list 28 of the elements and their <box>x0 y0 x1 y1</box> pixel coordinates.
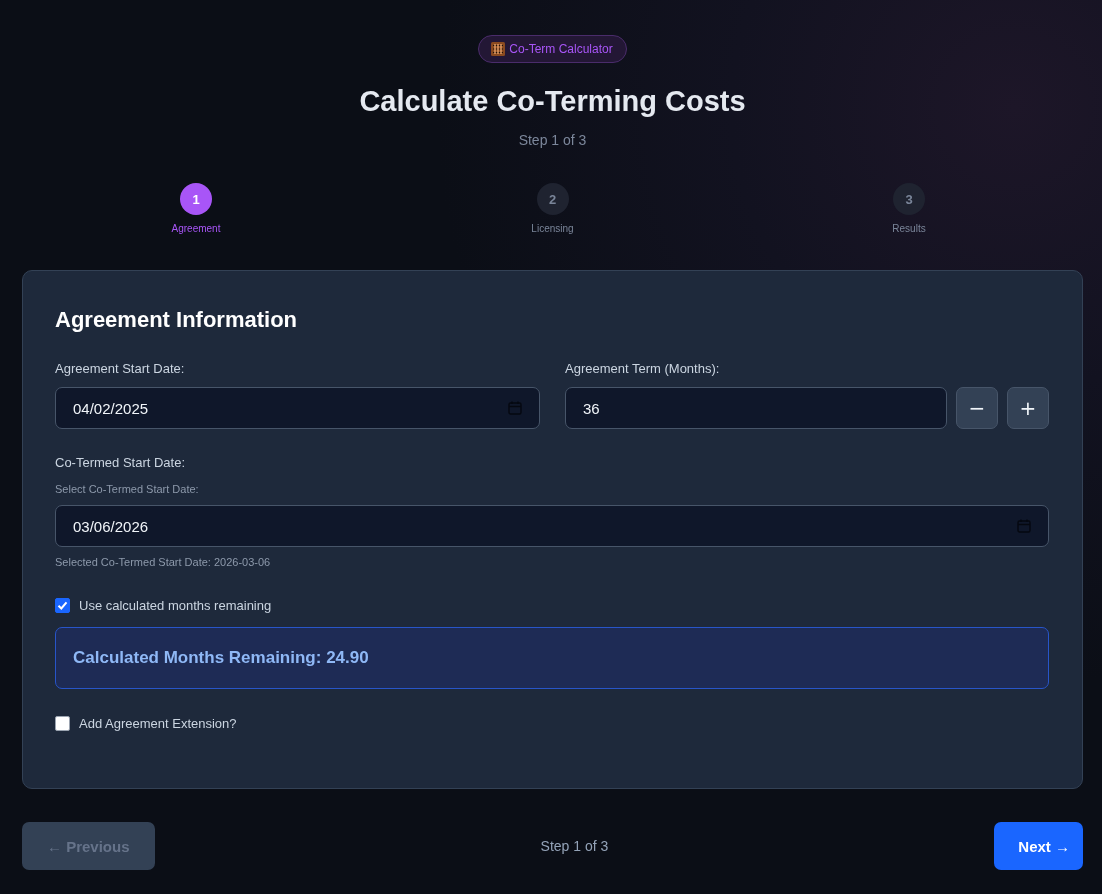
increment-button[interactable]: + <box>1007 387 1049 429</box>
field-hint: Select Co-Termed Start Date: <box>55 482 200 496</box>
calculated-months-panel: Calculated Months Remaining: 24.90 <box>55 627 1049 689</box>
decrement-button[interactable]: − <box>956 387 998 429</box>
number-field[interactable]: 36 <box>565 387 947 429</box>
step-circle[interactable]: 1 <box>180 183 212 215</box>
step-indicator: Step 1 of 3 <box>540 838 609 854</box>
field-label: Agreement Term (Months): <box>565 360 721 378</box>
checkbox-label: Use calculated months remaining <box>79 597 272 613</box>
page-title: Calculate Co-Terming Costs <box>359 84 746 119</box>
checkbox[interactable] <box>55 597 70 613</box>
card-title: Agreement Information <box>55 306 299 334</box>
step-subtitle: Step 1 of 3 <box>518 131 587 150</box>
selected-date-text: Selected Co-Termed Start Date: 2026-03-06 <box>55 555 272 569</box>
abacus-icon <box>491 42 506 56</box>
step-label: Agreement <box>171 222 221 236</box>
next-button[interactable]: Next → <box>994 822 1083 870</box>
date-field[interactable]: 04/02/2025 <box>55 387 540 429</box>
step-circle[interactable]: 2 <box>536 183 569 215</box>
badge-label: Co-Term Calculator <box>509 42 613 56</box>
checkbox[interactable] <box>55 715 70 731</box>
step-label: Licensing <box>531 222 574 236</box>
field-label: Agreement Start Date: <box>55 360 186 378</box>
field-label: Co-Termed Start Date: <box>55 454 187 472</box>
date-field[interactable]: 03/06/2026 <box>55 505 1049 547</box>
step-label: Results <box>892 222 926 236</box>
step-circle[interactable]: 3 <box>893 183 925 215</box>
checkbox-label: Add Agreement Extension? <box>79 715 237 731</box>
